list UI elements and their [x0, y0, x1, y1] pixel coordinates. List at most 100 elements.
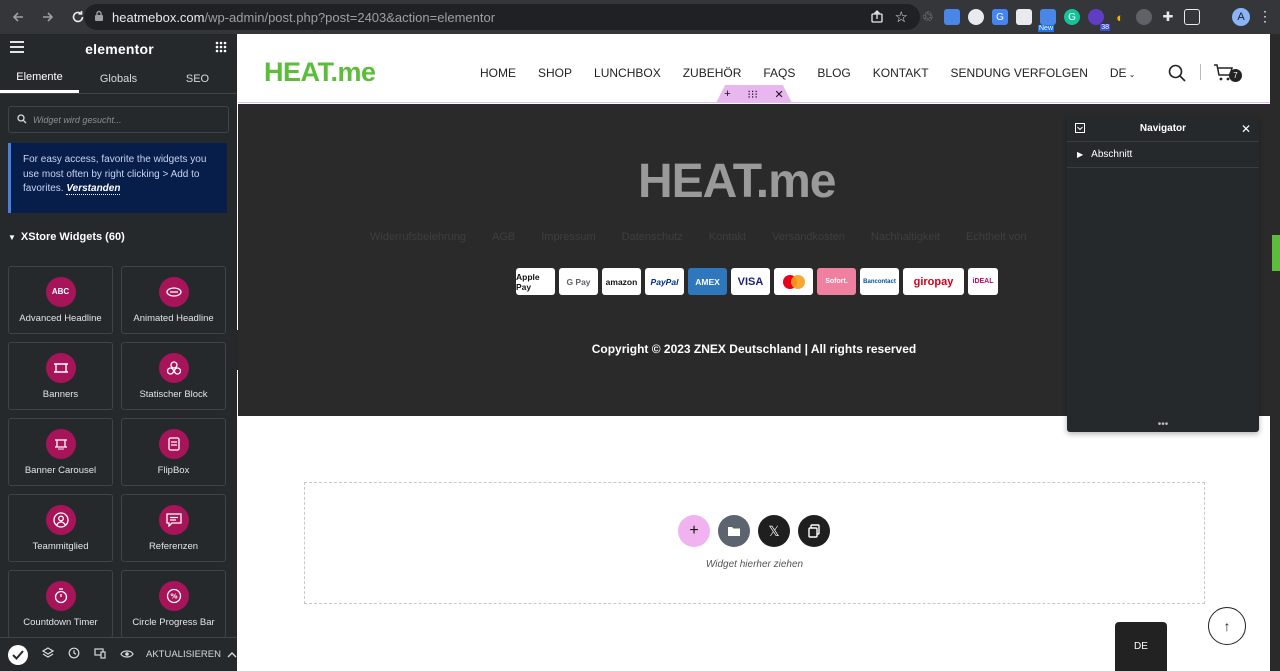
widget-flipbox[interactable]: FlipBox — [121, 418, 226, 486]
menu-item-home[interactable]: HOME — [480, 66, 516, 80]
address-bar[interactable]: heatmebox.com/wp-admin/post.php?post=240… — [84, 4, 920, 30]
globe-icon[interactable] — [968, 9, 984, 25]
browser-menu-icon[interactable]: ⋮ — [1258, 8, 1272, 25]
profile-avatar[interactable]: A — [1232, 8, 1250, 26]
widget-animated-headline[interactable]: Animated Headline — [121, 266, 226, 334]
menu-item-lunchbox[interactable]: LUNCHBOX — [594, 66, 661, 80]
menu-item-kontakt[interactable]: KONTAKT — [873, 66, 929, 80]
delete-section-icon[interactable]: ✕ — [774, 88, 783, 101]
cart-button[interactable]: 7 — [1213, 64, 1242, 87]
header-search-icon[interactable] — [1168, 64, 1186, 87]
arrow-up-icon: ↑ — [1223, 618, 1231, 634]
widget-category-header[interactable]: ▼ XStore Widgets (60) — [8, 231, 237, 243]
back-icon[interactable] — [6, 5, 30, 29]
wrench-extension-icon[interactable] — [1136, 9, 1152, 25]
history-icon[interactable] — [68, 646, 80, 664]
translate-icon[interactable]: G — [992, 9, 1008, 25]
empty-section-dropzone[interactable]: + 𝕏 Widget hierher ziehen — [304, 482, 1205, 604]
widget-teammitglied[interactable]: Teammitglied — [8, 494, 113, 562]
widget-label: Banner Carousel — [24, 464, 97, 476]
scrollbar-thumb[interactable] — [1272, 235, 1280, 271]
caret-right-icon[interactable]: ▶ — [1077, 150, 1083, 159]
footer-link[interactable]: Kontakt — [709, 231, 746, 243]
grammarly-icon[interactable]: G — [1064, 9, 1080, 25]
menu-item-faqs[interactable]: FAQS — [763, 66, 795, 80]
collapse-all-icon[interactable] — [1075, 120, 1085, 138]
bancontact-logo: Bancontact — [860, 268, 899, 295]
tab-elemente[interactable]: Elemente — [0, 64, 79, 93]
check-circle-icon[interactable] — [8, 644, 28, 665]
bookmark-star-icon[interactable]: ☆ — [895, 8, 908, 26]
folder-icon[interactable] — [718, 515, 750, 547]
widget-search-input[interactable] — [33, 114, 213, 125]
widget-statischer-block[interactable]: Statischer Block — [121, 342, 226, 410]
menu-item-sendung-verfolgen[interactable]: SENDUNG VERFOLGEN — [951, 66, 1088, 80]
caret-down-icon: ▼ — [8, 232, 16, 242]
countdown-icon — [45, 580, 76, 611]
update-button[interactable]: AKTUALISIEREN — [146, 649, 221, 660]
resize-handle-icon[interactable]: ••• — [1067, 419, 1259, 430]
x-logo-icon[interactable]: 𝕏 — [758, 515, 790, 547]
scroll-to-top-button[interactable]: ↑ — [1208, 607, 1246, 645]
counter-extension-icon[interactable]: 38 — [1088, 9, 1110, 31]
widget-label: Animated Headline — [133, 312, 214, 324]
chevron-up-icon[interactable] — [227, 646, 237, 664]
navigator-panel: Navigator ✕ ▶ Abschnitt ••• — [1067, 116, 1259, 432]
widget-circle-progress-bar[interactable]: % Circle Progress Bar — [121, 570, 226, 638]
doc-extension-icon[interactable] — [944, 9, 960, 25]
tab-globals[interactable]: Globals — [79, 64, 158, 93]
add-section-button[interactable]: + — [678, 515, 710, 547]
widget-banner-carousel[interactable]: Banner Carousel — [8, 418, 113, 486]
animated-headline-icon — [158, 276, 189, 307]
responsive-mode-icon[interactable] — [94, 646, 106, 664]
share-icon[interactable] — [870, 10, 884, 27]
menu-item-blog[interactable]: BLOG — [817, 66, 850, 80]
close-icon[interactable]: ✕ — [1241, 122, 1251, 136]
language-label: DE — [1109, 66, 1127, 80]
footer-link[interactable]: Nachhaltigkeit — [871, 231, 940, 243]
apple-pay-logo: Apple Pay — [516, 268, 555, 295]
cart-count-badge: 7 — [1229, 69, 1242, 82]
footer-link[interactable]: Impressum — [541, 231, 595, 243]
camera-icon[interactable] — [1016, 9, 1032, 25]
tip-dismiss-link[interactable]: Verstanden — [66, 183, 121, 195]
hamburger-menu-icon[interactable] — [10, 40, 24, 58]
favorites-tip: For easy access, favorite the widgets yo… — [8, 143, 227, 213]
layers-icon[interactable] — [41, 646, 55, 664]
site-logo[interactable]: HEAT.me — [264, 57, 376, 88]
language-tab[interactable]: DE — [1115, 622, 1167, 671]
recycle-icon[interactable]: ♲ — [920, 9, 936, 25]
footer-link[interactable]: Datenschutz — [622, 231, 683, 243]
widget-label: Advanced Headline — [19, 312, 102, 324]
copy-icon[interactable] — [798, 515, 830, 547]
preview-eye-icon[interactable] — [120, 646, 134, 664]
widget-countdown-timer[interactable]: Countdown Timer — [8, 570, 113, 638]
footer-link[interactable]: Versandkosten — [772, 231, 845, 243]
forward-icon[interactable] — [36, 5, 60, 29]
testimonial-icon — [158, 504, 189, 535]
footer-link[interactable]: Widerrufsbelehrung — [370, 231, 466, 243]
language-switcher[interactable]: DE ⌄ — [1110, 66, 1136, 80]
new-badge-extension-icon[interactable]: New — [1038, 9, 1056, 32]
page-scrollbar[interactable] — [1270, 34, 1280, 671]
widget-grid: ABC Advanced Headline Animated Headline … — [8, 266, 226, 638]
navigator-row-section[interactable]: ▶ Abschnitt — [1067, 142, 1259, 168]
add-section-icon[interactable]: + — [724, 88, 730, 100]
widget-advanced-headline[interactable]: ABC Advanced Headline — [8, 266, 113, 334]
widget-label: FlipBox — [157, 464, 190, 476]
widget-referenzen[interactable]: Referenzen — [121, 494, 226, 562]
menu-item-shop[interactable]: SHOP — [538, 66, 572, 80]
apps-grid-icon[interactable] — [215, 40, 227, 58]
widget-search — [8, 106, 229, 133]
navigator-title: Navigator — [1139, 123, 1187, 134]
drag-handle-icon[interactable]: ⁝⁝⁝ — [747, 88, 758, 101]
category-title: XStore Widgets (60) — [20, 231, 125, 243]
tab-seo[interactable]: SEO — [158, 64, 237, 93]
footer-link[interactable]: Echtheit von — [966, 231, 1027, 243]
sidebar-toggle-icon[interactable] — [1184, 9, 1200, 25]
menu-item-zubehoer[interactable]: ZUBEHÖR — [683, 66, 742, 80]
widget-banners[interactable]: Banners — [8, 342, 113, 410]
puzzle-icon[interactable]: ✚ — [1160, 9, 1176, 25]
moon-icon[interactable]: ◐ — [1112, 9, 1128, 25]
footer-link[interactable]: AGB — [492, 231, 515, 243]
